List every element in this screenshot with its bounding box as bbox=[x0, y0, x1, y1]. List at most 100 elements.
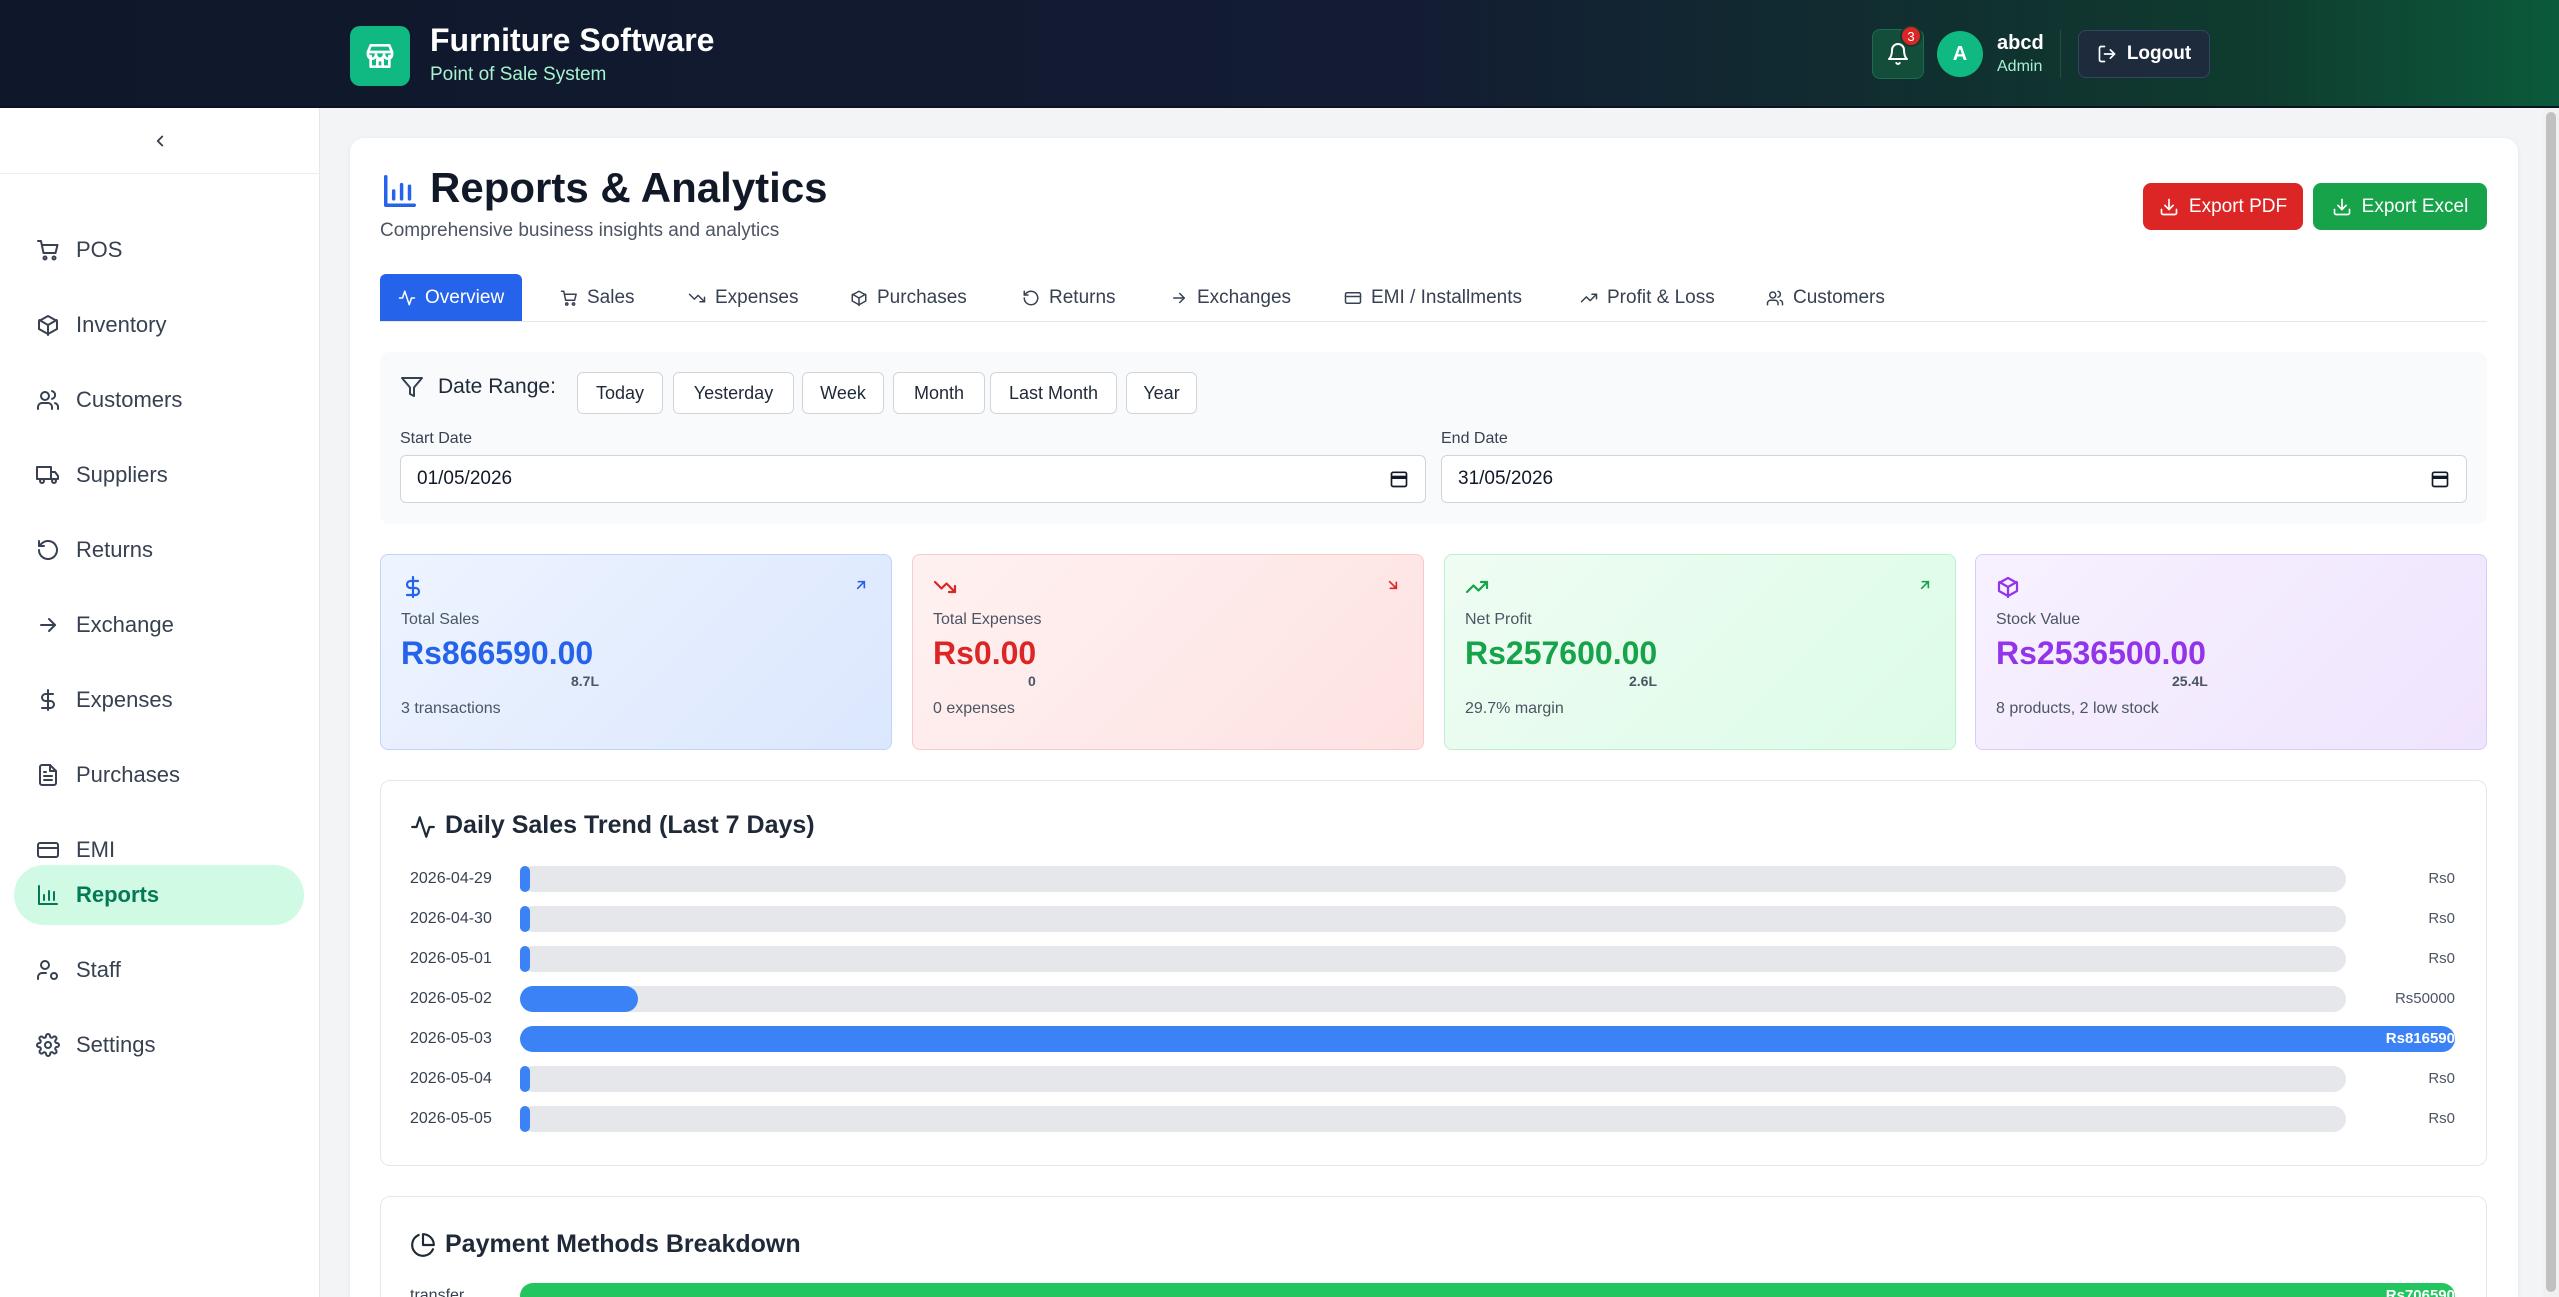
sidebar-item-inventory[interactable]: Inventory bbox=[14, 295, 304, 355]
users-icon bbox=[1766, 290, 1784, 305]
sidebar-item-label: Settings bbox=[76, 1032, 156, 1057]
rotate-icon bbox=[38, 540, 58, 560]
trend-title: Daily Sales Trend (Last 7 Days) bbox=[445, 811, 815, 839]
trend-row-value: Rs50000 bbox=[2394, 990, 2455, 1007]
stat-value: Rs2536500.00 bbox=[1996, 635, 2206, 671]
start-date-value: 01/05/2026 bbox=[417, 468, 513, 489]
sidebar-item-staff[interactable]: Staff bbox=[14, 940, 304, 1000]
notification-count-badge: 3 bbox=[1900, 25, 1922, 47]
avatar[interactable]: A bbox=[1937, 31, 1983, 77]
tab-profit-loss[interactable]: Profit & Loss bbox=[1562, 274, 1733, 321]
tabs-divider bbox=[380, 321, 2487, 322]
calendar-icon[interactable] bbox=[1389, 469, 1409, 489]
trend-bar bbox=[520, 1106, 530, 1132]
trending-up-icon bbox=[1465, 580, 1489, 594]
trend-row-date: 2026-04-30 bbox=[410, 910, 492, 927]
stat-note: 0 expenses bbox=[933, 700, 1015, 717]
stat-value: Rs866590.00 bbox=[401, 635, 594, 671]
user-role: Admin bbox=[1997, 58, 2043, 75]
card-icon bbox=[1344, 291, 1362, 304]
range-month-button[interactable]: Month bbox=[893, 372, 985, 414]
trend-row-date: 2026-05-04 bbox=[410, 1070, 492, 1087]
filter-icon bbox=[401, 377, 423, 397]
range-last-month-button[interactable]: Last Month bbox=[990, 372, 1117, 414]
sidebar-item-pos[interactable]: POS bbox=[14, 220, 304, 280]
tab-returns[interactable]: Returns bbox=[1004, 274, 1134, 321]
trend-row-value: Rs816590 bbox=[2385, 1030, 2455, 1047]
user-name: abcd bbox=[1997, 32, 2044, 54]
page-scrollbar-thumb[interactable] bbox=[2546, 112, 2556, 1292]
sidebar-item-label: Purchases bbox=[76, 762, 180, 787]
tab-sales[interactable]: Sales bbox=[542, 274, 653, 321]
sidebar-item-suppliers[interactable]: Suppliers bbox=[14, 445, 304, 505]
calendar-icon[interactable] bbox=[2430, 469, 2450, 489]
sidebar-item-reports[interactable]: Reports bbox=[14, 865, 304, 925]
stat-card-stock-value: Stock Value Rs2536500.00 25.4L 8 product… bbox=[1975, 554, 2487, 750]
trend-row-track bbox=[520, 946, 2346, 972]
sidebar-item-label: Reports bbox=[76, 882, 160, 907]
tab-purchases[interactable]: Purchases bbox=[832, 274, 985, 321]
cart-icon bbox=[560, 290, 577, 306]
export-pdf-button[interactable]: Export PDF bbox=[2143, 183, 2303, 230]
sidebar-item-exchange[interactable]: Exchange bbox=[14, 595, 304, 655]
payment-method-value: Rs706590 bbox=[2385, 1287, 2455, 1297]
range-week-button[interactable]: Week bbox=[802, 372, 884, 414]
start-date-field[interactable]: 01/05/2026 bbox=[400, 455, 1426, 503]
box-icon bbox=[1997, 576, 2019, 599]
box-icon bbox=[38, 315, 58, 336]
download-icon bbox=[2160, 198, 2178, 215]
sidebar-item-label: POS bbox=[76, 237, 123, 262]
page-title: Reports & Analytics bbox=[430, 164, 828, 211]
end-date-field[interactable]: 31/05/2026 bbox=[1441, 455, 2467, 503]
arrow-up-right-icon bbox=[856, 580, 866, 590]
tab-emi-installments[interactable]: EMI / Installments bbox=[1326, 274, 1540, 321]
bar-chart-icon bbox=[38, 885, 58, 905]
arrow-up-right-icon bbox=[1920, 580, 1930, 590]
card-icon bbox=[37, 842, 59, 858]
trend-row-date: 2026-05-03 bbox=[410, 1030, 492, 1047]
trend-bar bbox=[520, 1026, 2455, 1052]
tab-label: Returns bbox=[1049, 286, 1116, 308]
app-title: Furniture Software bbox=[430, 22, 715, 58]
tab-label: Expenses bbox=[715, 286, 799, 308]
end-date-label: End Date bbox=[1441, 430, 1508, 447]
tab-overview[interactable]: Overview bbox=[380, 274, 523, 321]
sidebar-item-returns[interactable]: Returns bbox=[14, 520, 304, 580]
export-excel-button[interactable]: Export Excel bbox=[2313, 183, 2487, 230]
trend-row-date: 2026-05-05 bbox=[410, 1110, 492, 1127]
trend-row-date: 2026-04-29 bbox=[410, 870, 492, 887]
trend-row-track bbox=[520, 1106, 2346, 1132]
range-today-button[interactable]: Today bbox=[577, 372, 663, 414]
trend-row-track bbox=[520, 866, 2346, 892]
gear-icon bbox=[36, 1033, 60, 1057]
stat-value: Rs257600.00 bbox=[1465, 635, 1658, 671]
trend-row-value: Rs0 bbox=[2428, 910, 2455, 927]
sidebar-item-customers[interactable]: Customers bbox=[14, 370, 304, 430]
stat-card-net-profit: Net Profit Rs257600.00 2.6L 29.7% margin bbox=[1444, 554, 1956, 750]
stat-note: 3 transactions bbox=[401, 700, 501, 717]
range-yesterday-button[interactable]: Yesterday bbox=[673, 372, 794, 414]
sidebar-item-expenses[interactable]: Expenses bbox=[14, 670, 304, 730]
stat-card-total-sales: Total Sales Rs866590.00 8.7L 3 transacti… bbox=[380, 554, 892, 750]
trend-bar bbox=[520, 946, 530, 972]
trend-bar bbox=[520, 866, 530, 892]
logout-button[interactable]: Logout bbox=[2078, 30, 2210, 78]
payment-method-label: transfer bbox=[410, 1287, 465, 1297]
app-subtitle: Point of Sale System bbox=[430, 64, 607, 85]
trend-row-date: 2026-05-01 bbox=[410, 950, 492, 967]
trend-bar bbox=[520, 1066, 530, 1092]
stat-label: Total Expenses bbox=[933, 611, 1042, 628]
activity-icon bbox=[398, 290, 416, 305]
tab-exchanges[interactable]: Exchanges bbox=[1152, 274, 1309, 321]
sidebar-collapse-button[interactable] bbox=[0, 108, 320, 174]
logout-icon bbox=[2098, 45, 2116, 63]
range-year-button[interactable]: Year bbox=[1126, 372, 1197, 414]
page-subtitle: Comprehensive business insights and anal… bbox=[380, 220, 780, 241]
tab-customers[interactable]: Customers bbox=[1748, 274, 1903, 321]
sidebar-item-purchases[interactable]: Purchases bbox=[14, 745, 304, 805]
sidebar-item-label: Staff bbox=[76, 957, 121, 982]
tab-expenses[interactable]: Expenses bbox=[670, 274, 816, 321]
sidebar-item-settings[interactable]: Settings bbox=[14, 1015, 304, 1075]
stat-label: Total Sales bbox=[401, 611, 480, 628]
trend-row-value: Rs0 bbox=[2428, 1110, 2455, 1127]
